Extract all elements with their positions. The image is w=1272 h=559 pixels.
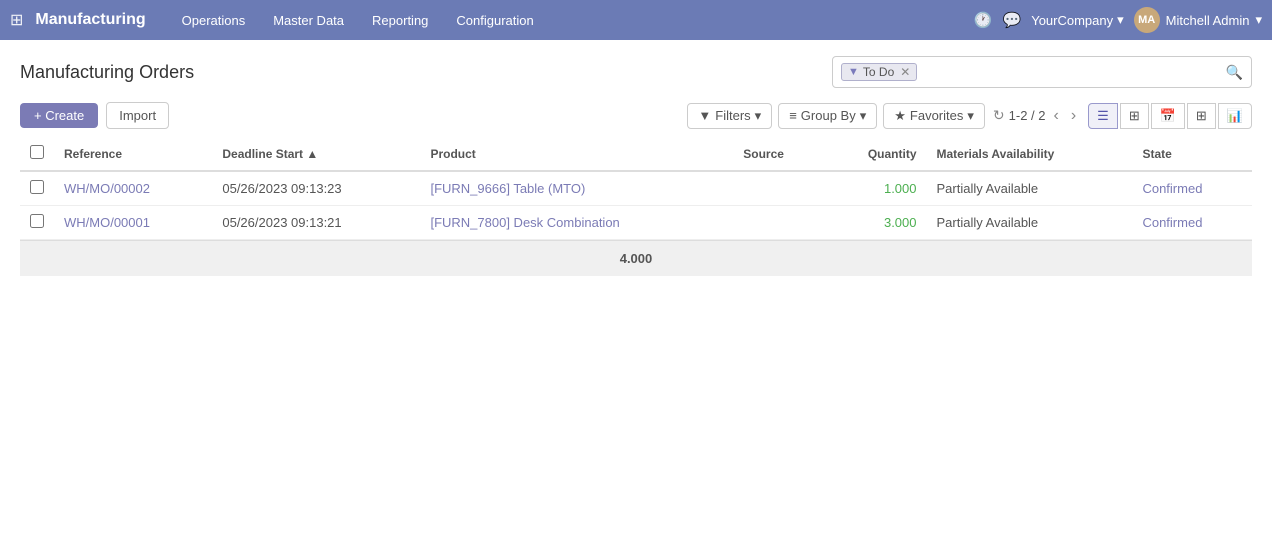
- filters-btn[interactable]: ▼ Filters ▾: [687, 103, 772, 129]
- filters-label: Filters: [715, 108, 750, 123]
- user-chevron-icon: ▾: [1255, 12, 1262, 28]
- table-row: WH/MO/00001 05/26/2023 09:13:21 [FURN_78…: [20, 206, 1252, 240]
- pager-text: 1-2 / 2: [1009, 108, 1046, 123]
- row-checkbox-cell: [20, 171, 54, 206]
- row-materials-availability: Partially Available: [927, 171, 1133, 206]
- row-state: Confirmed: [1132, 206, 1252, 240]
- row-checkbox-1[interactable]: [30, 214, 44, 228]
- col-deadline-start[interactable]: Deadline Start ▲: [212, 137, 420, 171]
- search-area: ▼ To Do ✕ 🔍: [832, 56, 1252, 88]
- row-materials-availability: Partially Available: [927, 206, 1133, 240]
- page-header: Manufacturing Orders ▼ To Do ✕ 🔍: [20, 56, 1252, 88]
- select-all-checkbox[interactable]: [30, 145, 44, 159]
- nav-reporting[interactable]: Reporting: [360, 9, 440, 32]
- company-selector[interactable]: YourCompany ▾: [1031, 12, 1123, 28]
- row-product[interactable]: [FURN_9666] Table (MTO): [420, 171, 733, 206]
- pager-next-btn[interactable]: ›: [1067, 105, 1080, 127]
- search-icon[interactable]: 🔍: [1226, 64, 1243, 81]
- nav-links: Operations Master Data Reporting Configu…: [170, 9, 974, 32]
- create-button[interactable]: + Create: [20, 103, 98, 128]
- group-by-label: Group By: [801, 108, 856, 123]
- sort-asc-icon: ▲: [306, 147, 318, 161]
- pivot-view-btn[interactable]: ⊞: [1187, 103, 1216, 129]
- row-quantity: 1.000: [824, 171, 927, 206]
- row-deadline-start: 05/26/2023 09:13:23: [212, 171, 420, 206]
- favorites-chevron-icon: ▾: [967, 108, 974, 124]
- favorites-btn[interactable]: ★ Favorites ▾: [883, 103, 985, 129]
- data-table: Reference Deadline Start ▲ Product Sourc…: [20, 137, 1252, 240]
- user-selector[interactable]: MA Mitchell Admin ▾: [1134, 7, 1262, 33]
- kanban-view-btn[interactable]: ⊞: [1120, 103, 1149, 129]
- favorites-label: Favorites: [910, 108, 963, 123]
- filters-chevron-icon: ▾: [755, 108, 762, 124]
- filter-funnel-icon: ▼: [848, 66, 859, 78]
- group-by-icon: ≡: [789, 108, 797, 123]
- row-quantity: 3.000: [824, 206, 927, 240]
- filter-tag-todo: ▼ To Do ✕: [841, 63, 917, 81]
- group-by-chevron-icon: ▾: [860, 108, 867, 124]
- col-state[interactable]: State: [1132, 137, 1252, 171]
- calendar-view-btn[interactable]: 📅: [1151, 103, 1185, 129]
- filter-icon: ▼: [698, 108, 711, 123]
- page-title: Manufacturing Orders: [20, 62, 194, 83]
- app-title: Manufacturing: [35, 11, 145, 29]
- company-name: YourCompany: [1031, 13, 1113, 28]
- col-product[interactable]: Product: [420, 137, 733, 171]
- row-source: [733, 171, 824, 206]
- row-deadline-start: 05/26/2023 09:13:21: [212, 206, 420, 240]
- filter-group: ▼ Filters ▾ ≡ Group By ▾ ★ Favorites ▾: [687, 103, 985, 129]
- table-row: WH/MO/00002 05/26/2023 09:13:23 [FURN_96…: [20, 171, 1252, 206]
- nav-operations[interactable]: Operations: [170, 9, 258, 32]
- search-input[interactable]: [923, 65, 1219, 80]
- pager-prev-btn[interactable]: ‹: [1050, 105, 1063, 127]
- star-icon: ★: [894, 108, 906, 124]
- nav-configuration[interactable]: Configuration: [444, 9, 545, 32]
- refresh-btn[interactable]: ↻: [993, 107, 1005, 124]
- table-header-row: Reference Deadline Start ▲ Product Sourc…: [20, 137, 1252, 171]
- row-checkbox-cell: [20, 206, 54, 240]
- list-view-btn[interactable]: ☰: [1088, 103, 1118, 129]
- chat-icon[interactable]: 💬: [1003, 11, 1022, 29]
- col-materials-availability[interactable]: Materials Availability: [927, 137, 1133, 171]
- row-source: [733, 206, 824, 240]
- col-source[interactable]: Source: [733, 137, 824, 171]
- user-avatar: MA: [1134, 7, 1160, 33]
- clock-icon[interactable]: 🕐: [974, 11, 993, 29]
- row-product[interactable]: [FURN_7800] Desk Combination: [420, 206, 733, 240]
- page-content: Manufacturing Orders ▼ To Do ✕ 🔍 + Creat…: [0, 40, 1272, 292]
- pager: ↻ 1-2 / 2 ‹ ›: [993, 105, 1080, 127]
- topbar-right: 🕐 💬 YourCompany ▾ MA Mitchell Admin ▾: [974, 7, 1262, 33]
- group-by-btn[interactable]: ≡ Group By ▾: [778, 103, 877, 129]
- col-reference[interactable]: Reference: [54, 137, 212, 171]
- view-buttons: ☰ ⊞ 📅 ⊞ 📊: [1088, 103, 1252, 129]
- filter-tag-label: To Do: [863, 65, 894, 79]
- row-reference[interactable]: WH/MO/00001: [54, 206, 212, 240]
- remove-filter-tag-btn[interactable]: ✕: [900, 65, 910, 79]
- import-button[interactable]: Import: [106, 102, 169, 129]
- col-quantity[interactable]: Quantity: [824, 137, 927, 171]
- total-row: 4.000: [20, 240, 1252, 276]
- company-chevron-icon: ▾: [1117, 12, 1124, 28]
- select-all-col: [20, 137, 54, 171]
- total-value: 4.000: [620, 251, 653, 266]
- row-reference[interactable]: WH/MO/00002: [54, 171, 212, 206]
- row-state: Confirmed: [1132, 171, 1252, 206]
- row-checkbox-0[interactable]: [30, 180, 44, 194]
- action-bar: + Create Import ▼ Filters ▾ ≡ Group By ▾…: [20, 102, 1252, 129]
- nav-master-data[interactable]: Master Data: [261, 9, 356, 32]
- user-name: Mitchell Admin: [1166, 13, 1250, 28]
- app-grid-icon[interactable]: ⊞: [10, 10, 23, 30]
- graph-view-btn[interactable]: 📊: [1218, 103, 1252, 129]
- top-nav: ⊞ Manufacturing Operations Master Data R…: [0, 0, 1272, 40]
